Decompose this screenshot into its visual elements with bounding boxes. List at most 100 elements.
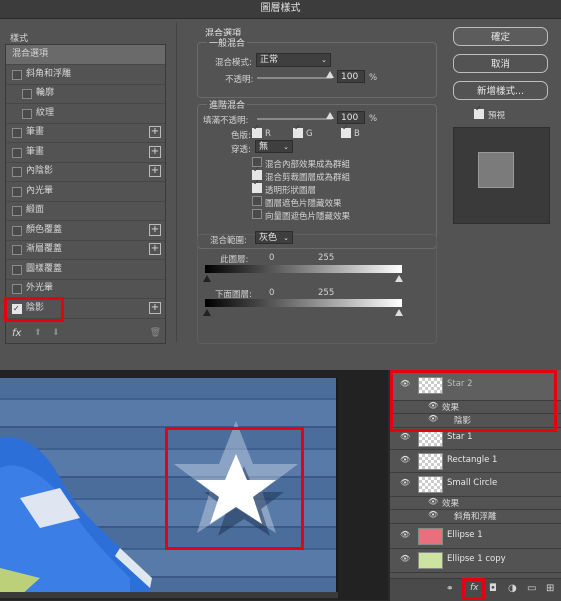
add-effect-icon[interactable]: + — [149, 165, 161, 177]
blend-if-select[interactable]: 灰色 ⌄ — [255, 231, 293, 244]
layer-row[interactable]: 👁 Rectangle 1 — [390, 449, 561, 473]
advanced-option-checkbox[interactable] — [252, 209, 262, 219]
fx-highlight — [462, 578, 485, 600]
style-item[interactable]: 內陰影 + — [6, 162, 165, 182]
add-effect-icon[interactable]: + — [149, 223, 161, 236]
link-icon[interactable]: ⚭ — [446, 584, 454, 594]
style-item[interactable]: 混合選項 — [6, 45, 165, 65]
opacity-slider-handle[interactable] — [326, 71, 334, 78]
layer-name: Rectangle 1 — [447, 455, 498, 465]
effects-label: 效果 — [442, 499, 460, 509]
fx-menu-icon[interactable]: fx — [12, 328, 21, 339]
add-effect-icon[interactable]: + — [149, 145, 161, 158]
blend-mode-select[interactable]: 正常 ⌄ — [256, 53, 331, 67]
style-item[interactable]: 漸層覆蓋 + — [6, 240, 165, 260]
style-item-checkbox[interactable] — [12, 245, 22, 255]
add-effect-icon[interactable]: + — [149, 243, 161, 255]
advanced-option-label: 向量圖遮色片隱藏效果 — [265, 212, 351, 222]
style-item[interactable]: 顏色覆蓋 + — [6, 221, 165, 241]
horizontal-scrollbar[interactable] — [0, 592, 338, 598]
visibility-eye-icon[interactable]: 👁 — [428, 510, 438, 519]
layer-style-dialog: 圖層樣式 樣式 混合選項 斜角和浮雕 輪廓 紋理 筆畫 + 筆畫 + 內陰影 + 內光暈 緞面 顏色覆蓋… — [0, 0, 561, 370]
channel-b-checkbox[interactable] — [341, 123, 351, 138]
visibility-eye-icon[interactable]: 👁 — [400, 530, 410, 539]
knockout-select[interactable]: 無 ⌄ — [255, 140, 293, 153]
style-item-checkbox[interactable] — [12, 264, 22, 275]
this-layer-white-handle[interactable] — [395, 275, 403, 282]
style-item[interactable]: 緞面 — [6, 201, 165, 221]
style-item-checkbox[interactable] — [12, 147, 22, 158]
style-item-checkbox[interactable] — [12, 69, 22, 80]
underlying-black-handle[interactable] — [203, 309, 211, 316]
style-item[interactable]: 筆畫 + — [6, 143, 165, 163]
style-item-label: 緞面 — [26, 205, 45, 215]
chevron-down-icon: ⌄ — [321, 56, 327, 64]
advanced-option-checkbox[interactable] — [252, 178, 262, 193]
style-item[interactable]: 外光暈 — [6, 279, 165, 299]
style-item-checkbox[interactable] — [22, 89, 32, 99]
style-item-label: 內光暈 — [26, 185, 54, 196]
style-item[interactable]: 筆畫 + — [6, 123, 165, 143]
preview-checkbox[interactable] — [474, 104, 484, 119]
style-item[interactable]: 圖樣覆蓋 — [6, 260, 165, 280]
channel-b-label: B — [354, 129, 360, 139]
general-blending-group — [197, 42, 437, 98]
layer-row[interactable]: 👁 Small Circle — [390, 472, 561, 497]
effect-row[interactable]: 👁 效果 — [390, 496, 561, 510]
style-item[interactable]: 紋理 — [6, 104, 165, 124]
layer-thumbnail — [418, 453, 443, 470]
move-up-icon[interactable]: ⬆ — [34, 328, 42, 338]
drop-shadow-highlight — [4, 297, 64, 322]
channels-label: 色版: — [231, 131, 251, 141]
layer-thumbnail — [418, 528, 443, 545]
layer-name: Ellipse 1 — [447, 530, 483, 540]
folder-icon[interactable]: ▭ — [527, 583, 536, 594]
visibility-eye-icon[interactable]: 👁 — [400, 554, 410, 563]
fill-opacity-handle[interactable] — [326, 112, 334, 119]
cancel-button[interactable]: 取消 — [453, 54, 548, 73]
advanced-blending-title: 進階混合 — [207, 98, 248, 111]
style-item-checkbox[interactable] — [12, 167, 22, 177]
advanced-option-checkbox[interactable] — [252, 196, 262, 206]
blend-if-label: 混合範圍: — [210, 236, 247, 246]
style-item[interactable]: 斜角和浮雕 — [6, 65, 165, 85]
style-item-label: 內陰影 — [26, 166, 54, 176]
opacity-input[interactable]: 100 — [337, 70, 365, 83]
add-effect-icon[interactable]: + — [149, 126, 161, 138]
style-item-checkbox[interactable] — [12, 128, 22, 138]
fill-opacity-slider[interactable] — [257, 118, 332, 120]
trash-icon[interactable]: 🗑 — [150, 328, 161, 338]
mask-icon[interactable]: ◘ — [489, 583, 497, 594]
style-item[interactable]: 內光暈 — [6, 182, 165, 202]
this-layer-black-handle[interactable] — [203, 275, 211, 282]
style-item-checkbox[interactable] — [12, 225, 22, 236]
layer-row[interactable]: 👁 Ellipse 1 copy — [390, 548, 561, 573]
title-bar: 圖層樣式 — [0, 0, 561, 19]
opacity-slider[interactable] — [257, 77, 332, 79]
style-item[interactable]: 輪廓 — [6, 84, 165, 104]
visibility-eye-icon[interactable]: 👁 — [400, 455, 410, 464]
adjustment-icon[interactable]: ◑ — [508, 583, 517, 594]
channel-r-checkbox[interactable] — [252, 123, 262, 138]
new-layer-icon[interactable]: ⊞ — [546, 583, 554, 594]
effect-row[interactable]: 👁 斜角和浮雕 — [390, 509, 561, 524]
ok-button[interactable]: 確定 — [453, 27, 548, 46]
add-effect-icon[interactable]: + — [149, 301, 161, 314]
style-item-checkbox[interactable] — [22, 108, 32, 119]
layer-row[interactable]: 👁 Ellipse 1 — [390, 523, 561, 549]
channel-g-checkbox[interactable] — [293, 123, 303, 138]
style-item-checkbox[interactable] — [12, 284, 22, 294]
style-item-checkbox[interactable] — [12, 206, 22, 216]
style-item-checkbox[interactable] — [12, 186, 22, 197]
visibility-eye-icon[interactable]: 👁 — [400, 432, 410, 441]
advanced-option-label: 圖層遮色片隱藏效果 — [265, 199, 342, 209]
move-down-icon[interactable]: ⬇ — [52, 328, 60, 338]
visibility-eye-icon[interactable]: 👁 — [428, 497, 438, 506]
underlying-white-handle[interactable] — [395, 309, 403, 316]
general-blending-title: 一般混合 — [207, 36, 248, 49]
style-item-label: 斜角和浮雕 — [26, 68, 72, 79]
style-item-label: 筆畫 — [26, 127, 45, 137]
new-style-button[interactable]: 新增樣式... — [453, 81, 548, 100]
visibility-eye-icon[interactable]: 👁 — [400, 478, 410, 487]
channel-r-label: R — [265, 129, 271, 139]
